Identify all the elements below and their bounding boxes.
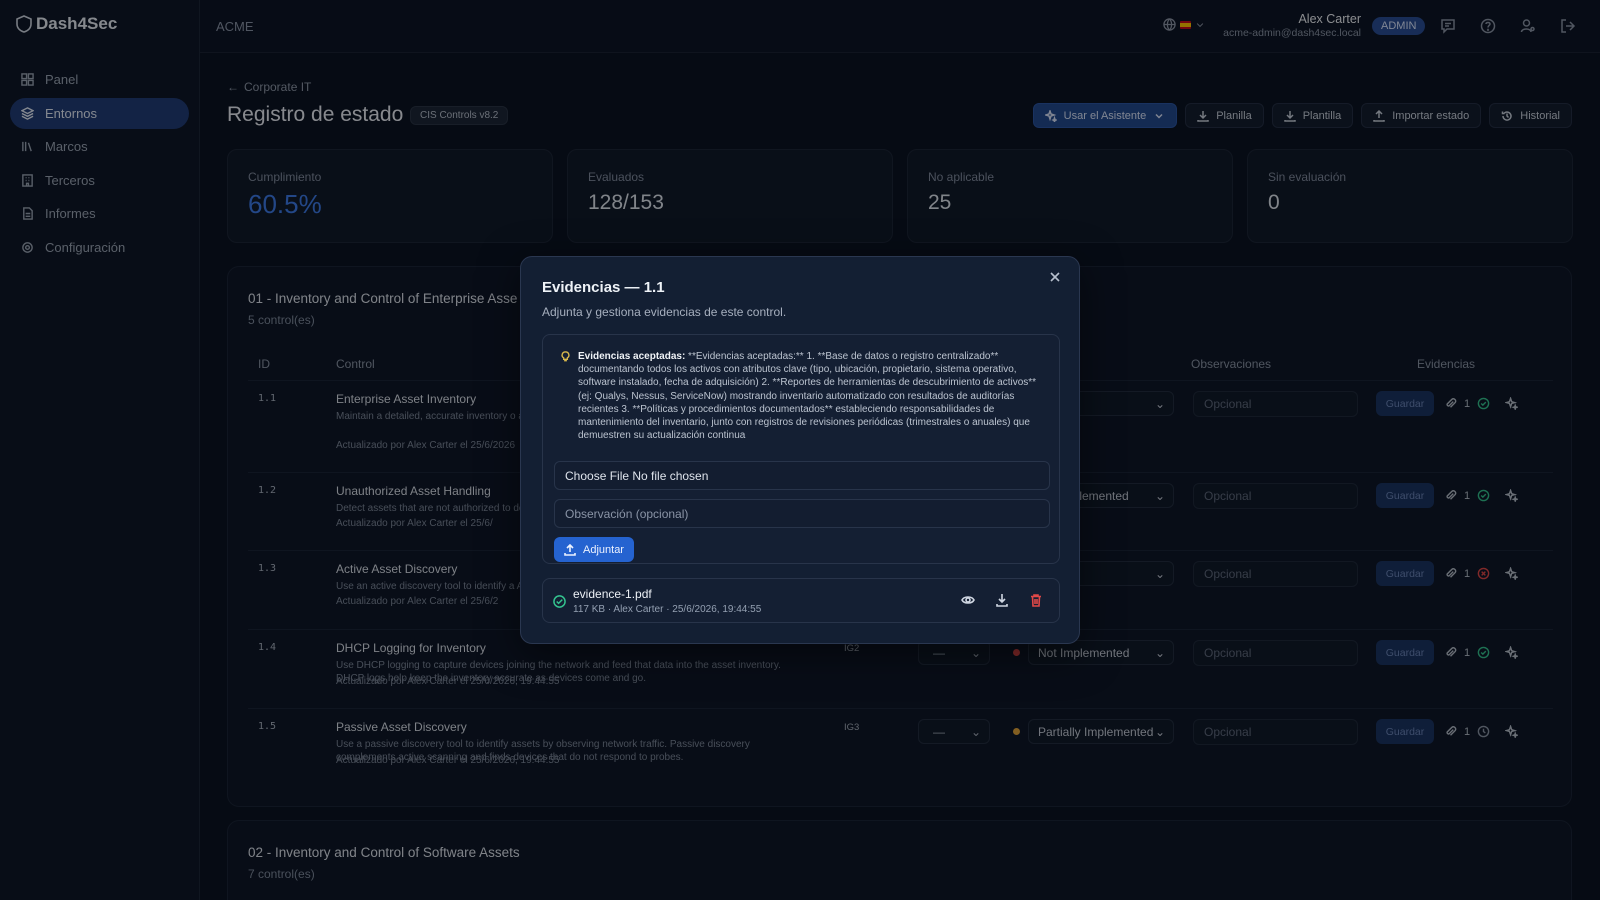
hint-text: Evidencias aceptadas: **Evidencias acept… [578,350,1040,442]
download-icon[interactable] [995,593,1009,607]
hint-label: Evidencias aceptadas: [578,351,686,362]
evidence-modal: Evidencias — 1.1 Adjunta y gestiona evid… [520,256,1080,644]
file-name: evidence-1.pdf [573,587,652,601]
lightbulb-icon [561,351,570,362]
file-meta: 117 KB · Alex Carter · 25/6/2026, 19:44:… [573,604,762,615]
close-icon [1050,272,1060,282]
attach-button[interactable]: Adjuntar [554,537,634,562]
observation-input[interactable]: Observación (opcional) [554,499,1050,528]
trash-icon[interactable] [1029,593,1043,607]
upload-icon [564,543,576,556]
evidence-file-item: evidence-1.pdf 117 KB · Alex Carter · 25… [542,578,1060,623]
close-button[interactable] [1049,270,1065,286]
eye-icon[interactable] [961,593,975,607]
file-actions [961,593,1043,607]
modal-title: Evidencias — 1.1 [542,279,665,296]
upload-panel: Evidencias aceptadas: **Evidencias acept… [542,334,1060,564]
attach-label: Adjuntar [583,543,624,556]
modal-subtitle: Adjunta y gestiona evidencias de este co… [542,305,787,319]
hint-body: **Evidencias aceptadas:** 1. **Base de d… [578,351,1037,442]
check-circle-icon [553,595,566,613]
file-input[interactable]: Choose File No file chosen [554,461,1050,490]
accepted-evidence-hint: Evidencias aceptadas: **Evidencias acept… [560,350,1040,442]
